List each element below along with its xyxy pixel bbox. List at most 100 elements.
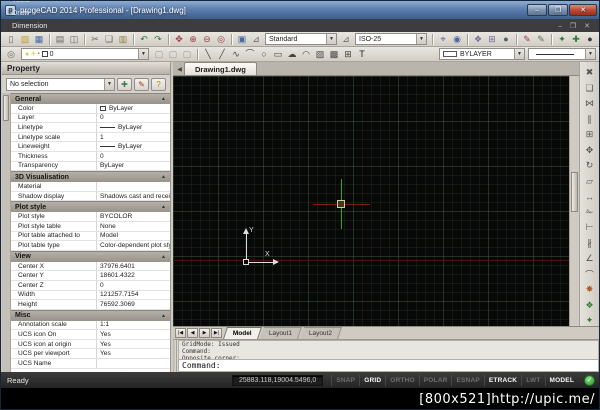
property-value[interactable] [97,182,170,191]
property-value[interactable]: ByLayer [97,162,170,171]
section-header[interactable]: View ▲ [11,250,170,262]
region-icon[interactable]: ▩ [327,48,341,61]
property-value[interactable]: 1:1 [97,321,170,330]
menu-draw[interactable]: Draw [7,6,59,19]
cut-icon[interactable]: ✂ [88,33,102,46]
title-bar[interactable]: p progeCAD 2014 Professional - [Drawing1… [1,1,599,19]
layer-match-icon[interactable]: ▢ [180,48,194,61]
style-manager-icon[interactable]: ⊿ [249,33,263,46]
text-style-combo[interactable]: Standard ▼ [265,33,337,45]
help-button[interactable]: ? [151,77,166,91]
property-value[interactable]: Color-dependent plot style [97,241,170,250]
sketch-icon[interactable]: ✎ [534,33,548,46]
xref-icon[interactable]: ⊞ [485,33,499,46]
shade-icon[interactable]: ● [583,33,597,46]
property-value[interactable]: Model [97,232,170,241]
selection-combo[interactable]: No selection ▼ [6,77,115,91]
zoom-in-icon[interactable]: ⊕ [186,33,200,46]
explode-icon[interactable]: ✸ [582,282,597,298]
erase-icon[interactable]: ✖ [582,65,597,81]
zoom-out-icon[interactable]: ⊖ [200,33,214,46]
construction-line-icon[interactable]: ╱ [215,48,229,61]
tab-model[interactable]: Model [223,327,262,339]
property-value[interactable]: 0 [97,114,170,123]
section-header[interactable]: General ▲ [11,93,170,104]
property-value[interactable]: 0 [97,281,170,290]
section-header[interactable]: 3D Visualisation ▲ [11,171,170,183]
quick-select-button[interactable]: ✚ [117,77,132,91]
property-value[interactable]: 76592.3069 [97,300,170,309]
chamfer-icon[interactable]: ∠ [582,251,597,267]
toggle-grid[interactable]: GRID [359,374,385,386]
coordinates-readout[interactable]: 25883.118,19004.5496,0 [231,374,324,386]
group-icon[interactable]: ❖ [471,33,485,46]
entity-snap-icon[interactable]: ◉ [450,33,464,46]
scrollbar-thumb[interactable] [571,172,578,212]
maximize-button[interactable]: ❐ [548,4,568,16]
paste-icon[interactable]: ▥ [116,33,130,46]
linetype-combo[interactable]: ▼ [528,48,596,60]
table-icon[interactable]: ⊞ [341,48,355,61]
revcloud-icon[interactable]: ☁ [285,48,299,61]
extend-icon[interactable]: ⊢ [582,220,597,236]
collapse-icon[interactable]: ▲ [161,313,166,319]
dim-style-combo[interactable]: ISO-25 ▼ [355,33,427,45]
zoom-window-icon[interactable]: ◎ [214,33,228,46]
scrollbar-thumb[interactable] [3,95,9,121]
command-window-grip[interactable] [173,340,177,373]
copy-icon[interactable]: ❏ [102,33,116,46]
toggle-etrack[interactable]: ETRACK [483,374,521,386]
collapse-icon[interactable]: ▲ [161,174,166,180]
property-value[interactable]: None [97,222,170,231]
print-icon[interactable]: ▤ [53,33,67,46]
close-button[interactable]: ✕ [569,4,597,16]
property-value[interactable]: Yes [97,340,170,349]
ellipse-icon[interactable]: ◠ [299,48,313,61]
array-icon[interactable]: ⊞ [582,127,597,143]
toggle-ortho[interactable]: ORTHO [385,374,418,386]
plot-preview-icon[interactable]: ◫ [67,33,81,46]
tab-layout2[interactable]: Layout2 [299,327,343,339]
collapse-icon[interactable]: ▲ [161,254,166,260]
menu-dimension[interactable]: Dimension [7,19,59,32]
layer-prev-icon[interactable]: ▢ [152,48,166,61]
property-value[interactable]: ByLayer [97,142,170,151]
dimstyle-icon[interactable]: ⊿ [339,33,353,46]
polyline-icon[interactable]: ∿ [229,48,243,61]
property-value[interactable] [97,359,170,368]
move-icon[interactable]: ✥ [582,143,597,159]
mdi-window-controls[interactable]: – ❐ ✕ [558,22,595,30]
drawing-canvas[interactable]: Y X [173,76,569,326]
open-icon[interactable]: ▨ [18,33,32,46]
rotate-icon[interactable]: ↻ [582,158,597,174]
trim-icon[interactable]: ✁ [582,205,597,221]
circle-icon[interactable]: ○ [257,48,271,61]
pick-entity-button[interactable]: ✎ [134,77,149,91]
property-value[interactable]: Yes [97,330,170,339]
status-ok-icon[interactable]: ✓ [584,374,595,386]
pan-icon[interactable]: ✥ [172,33,186,46]
toggle-model[interactable]: MODEL [544,374,578,386]
property-value[interactable]: 121257.7154 [97,291,170,300]
render-icon[interactable]: ● [499,33,513,46]
layout-nav-button[interactable]: ▶ [199,328,210,338]
property-value[interactable]: Yes [97,349,170,358]
hatch-icon[interactable]: ▨ [313,48,327,61]
stretch-icon[interactable]: ↔ [582,189,597,205]
layer-combo[interactable]: ● ☀ ▪ 0 ▼ [21,48,149,60]
tab-drawing1[interactable]: Drawing1.dwg [184,62,257,75]
property-value[interactable]: ByLayer [97,104,170,113]
scale-icon[interactable]: ▱ [582,174,597,190]
color-combo[interactable]: BYLAYER ▼ [439,48,525,60]
section-header[interactable]: Plot style ▲ [11,201,170,213]
arc-icon[interactable]: ⌒ [243,48,257,61]
mirror-icon[interactable]: ⋈ [582,96,597,112]
redline-icon[interactable]: ✎ [520,33,534,46]
copy-entity-icon[interactable]: ❏ [582,81,597,97]
property-value[interactable]: 37976.6401 [97,262,170,271]
offset-icon[interactable]: ∥ [582,112,597,128]
view-control-icon[interactable]: ✚ [569,33,583,46]
command-history[interactable]: GridMode: Issued Command: Opposite corner: [178,340,599,360]
fillet-icon[interactable]: ⌒ [582,267,597,283]
property-value[interactable]: Shadows cast and recei... [97,192,170,201]
